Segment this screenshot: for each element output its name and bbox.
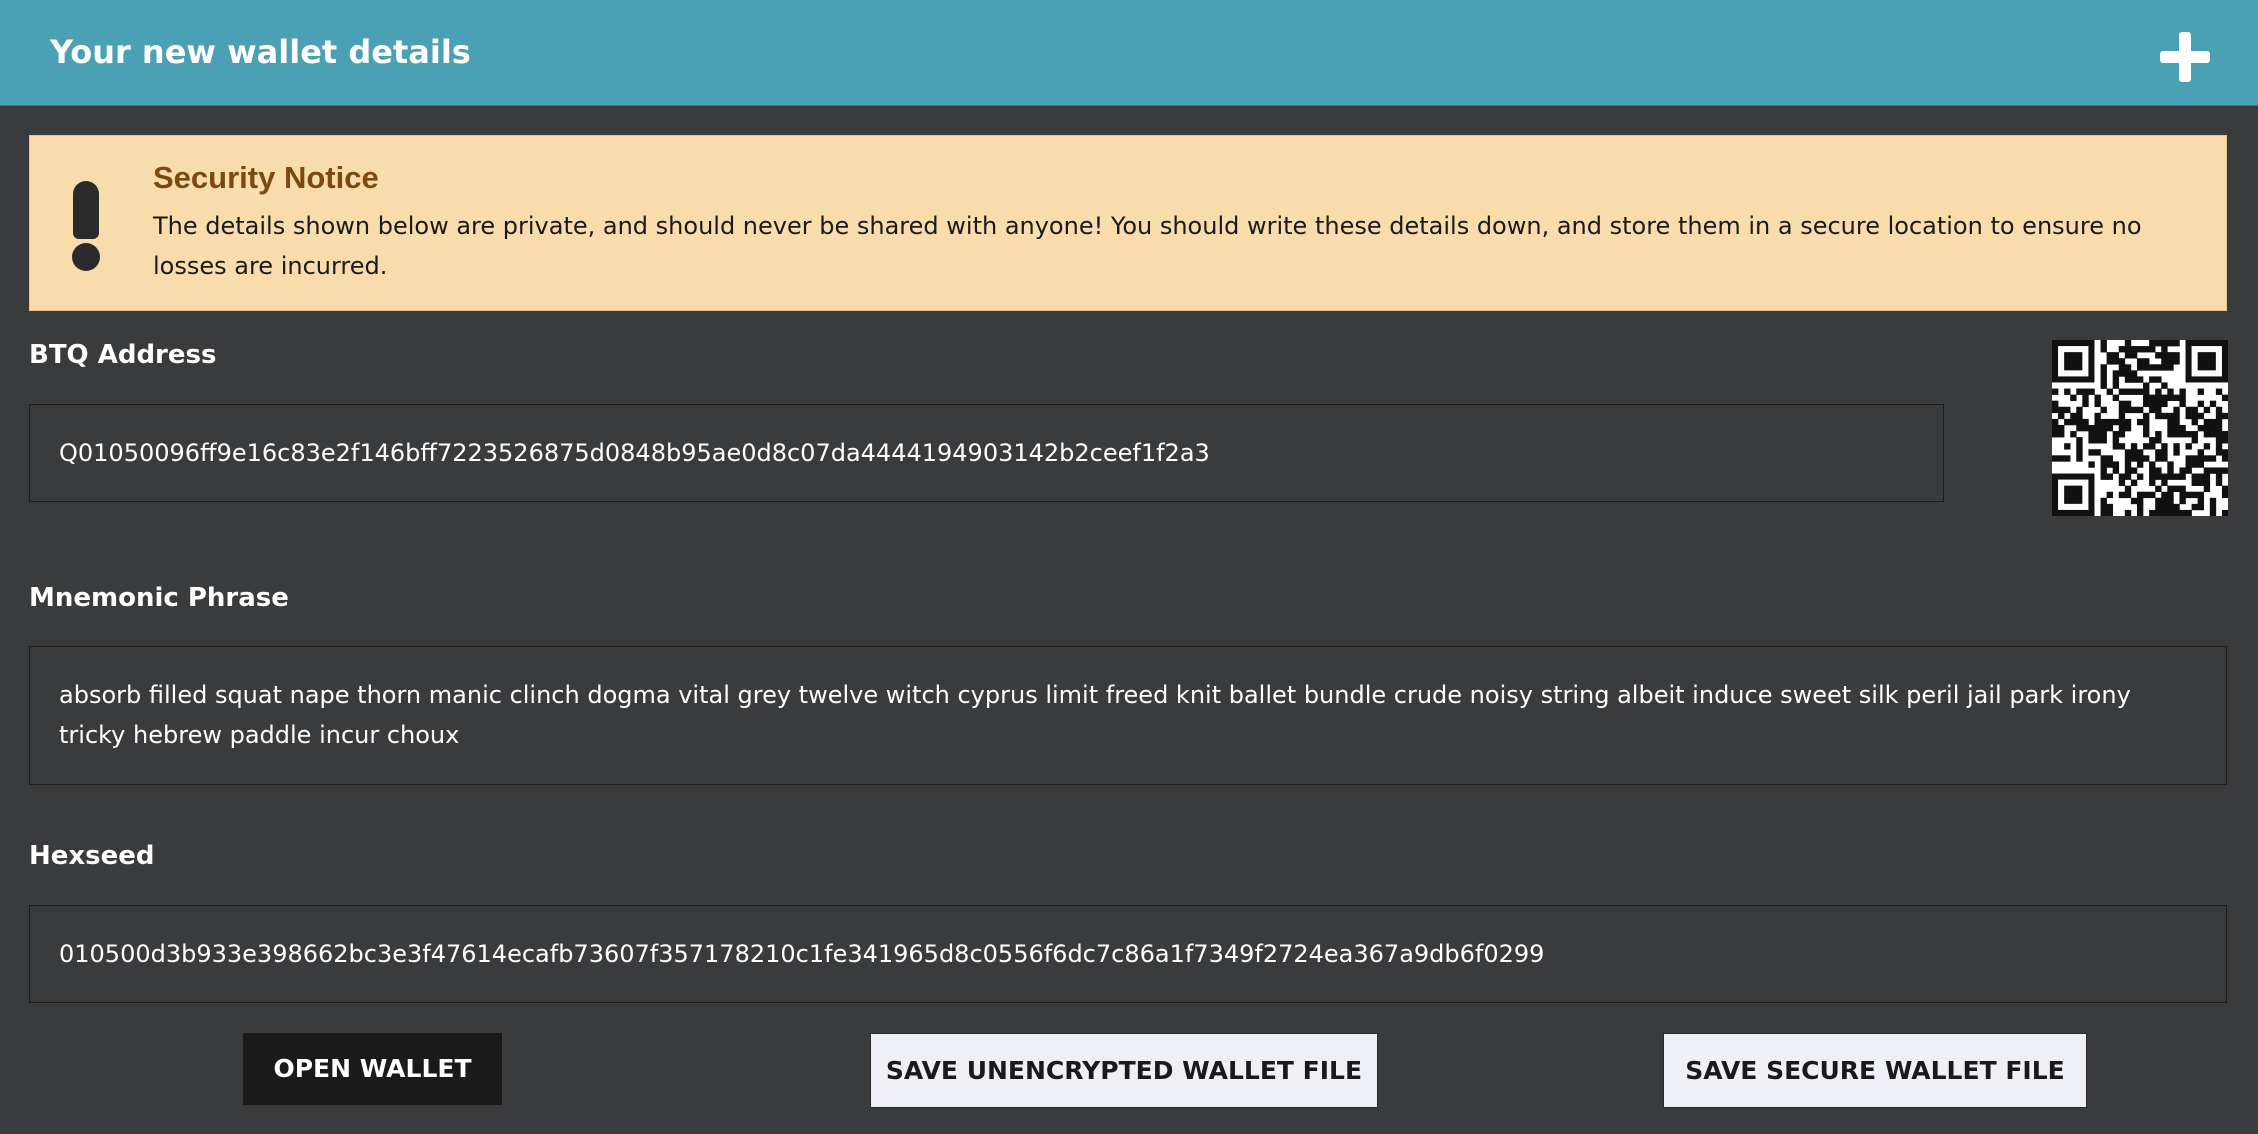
- save-unencrypted-button[interactable]: SAVE UNENCRYPTED WALLET FILE: [870, 1033, 1378, 1108]
- security-notice: Security Notice The details shown below …: [29, 135, 2227, 311]
- exclamation-icon: [70, 181, 102, 271]
- hexseed-label: Hexseed: [29, 841, 155, 871]
- mnemonic-field[interactable]: absorb filled squat nape thorn manic cli…: [29, 646, 2227, 785]
- panel-title: Your new wallet details: [50, 33, 471, 71]
- save-secure-button[interactable]: SAVE SECURE WALLET FILE: [1663, 1033, 2087, 1108]
- panel-header[interactable]: Your new wallet details: [0, 0, 2258, 106]
- hexseed-field[interactable]: 010500d3b933e398662bc3e3f47614ecafb73607…: [29, 905, 2227, 1003]
- plus-icon[interactable]: [2160, 32, 2210, 82]
- address-label: BTQ Address: [29, 340, 217, 370]
- address-field[interactable]: Q01050096ff9e16c83e2f146bff7223526875d08…: [29, 404, 1944, 502]
- open-wallet-button[interactable]: OPEN WALLET: [243, 1033, 502, 1105]
- qr-code: [2052, 340, 2229, 517]
- notice-text: The details shown below are private, and…: [153, 212, 2142, 280]
- notice-title: Security Notice: [153, 160, 379, 195]
- mnemonic-label: Mnemonic Phrase: [29, 583, 289, 613]
